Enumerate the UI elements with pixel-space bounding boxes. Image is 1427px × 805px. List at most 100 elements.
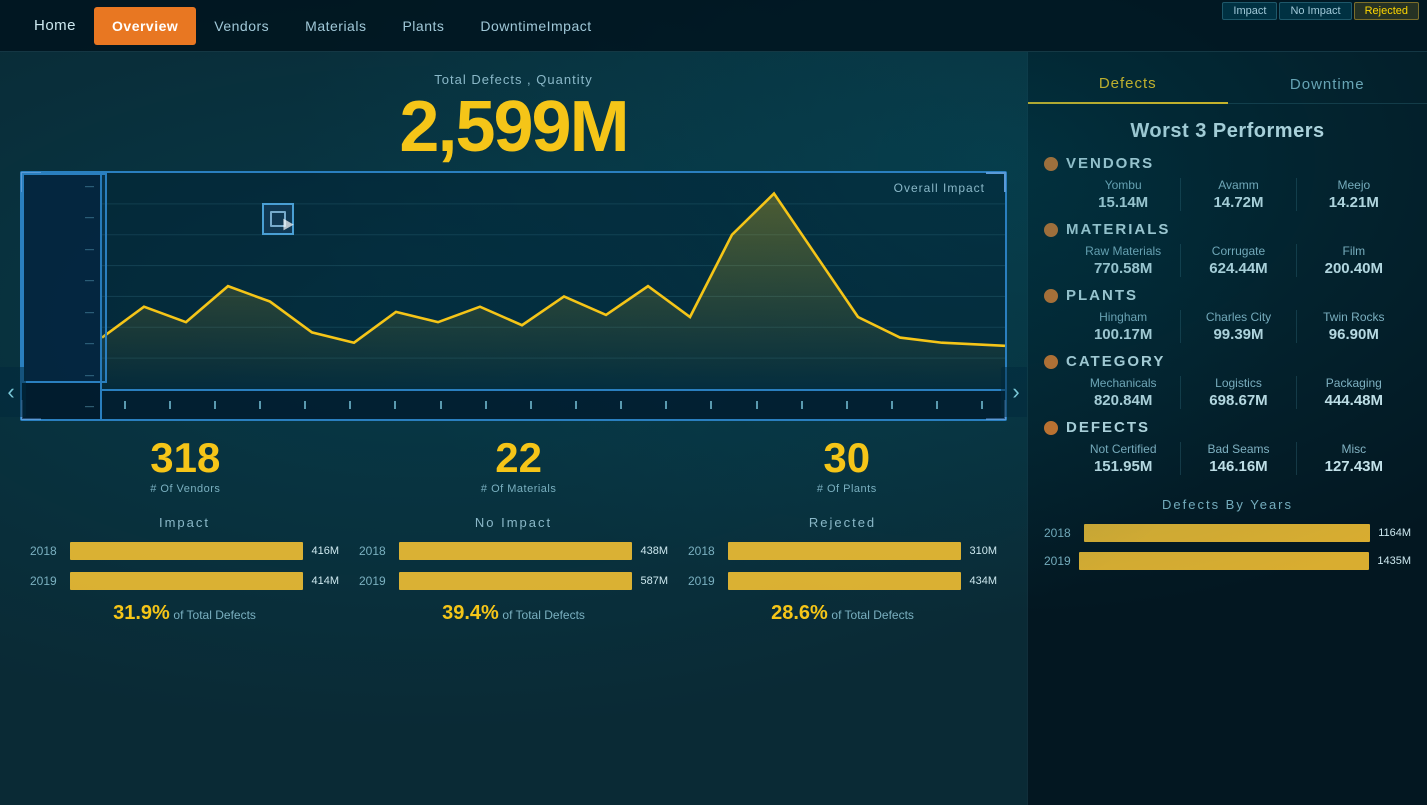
no-impact-bar-track-2019 bbox=[399, 572, 632, 590]
item-name-3-2: Packaging bbox=[1305, 376, 1403, 390]
category-item-2-2[interactable]: Twin Rocks96.90M bbox=[1296, 310, 1411, 343]
main-layout: ‹ › Total Defects , Quantity 2,599M — — … bbox=[0, 52, 1427, 805]
stats-row: 318 # Of Vendors 22 # Of Materials 30 # … bbox=[20, 437, 1007, 495]
dby-bar-2019 bbox=[1079, 552, 1370, 570]
no-impact-year-2019: 2019 bbox=[359, 574, 391, 588]
chart-container[interactable]: — — — — — — — — bbox=[20, 171, 1007, 421]
category-item-4-1[interactable]: Bad Seams 146.16M bbox=[1180, 442, 1295, 475]
right-tabs: Defects Downtime bbox=[1028, 52, 1427, 104]
nav-downtime-impact[interactable]: DowntimeImpact bbox=[462, 0, 609, 52]
stat-materials: 22 # Of Materials bbox=[481, 437, 556, 495]
dby-val-2018: 1164M bbox=[1378, 527, 1411, 539]
category-item-2-1[interactable]: Charles City99.39M bbox=[1180, 310, 1295, 343]
category-item-4-0[interactable]: Not Certified 151.95M bbox=[1066, 442, 1180, 475]
item-name-4-0: Not Certified bbox=[1074, 442, 1172, 456]
category-name-2: Plants bbox=[1066, 287, 1138, 304]
category-item-1-0[interactable]: Raw Materials770.58M bbox=[1066, 244, 1180, 277]
dby-val-2019: 1435M bbox=[1377, 555, 1411, 567]
no-impact-val-2018: 438M bbox=[640, 545, 668, 557]
chip-rejected[interactable]: Rejected bbox=[1354, 2, 1419, 20]
no-impact-pct: 39.4% bbox=[442, 602, 499, 624]
bar-section-no-impact: No Impact 2018 438M 2019 587M 39.4% of T… bbox=[349, 515, 678, 625]
selection-box[interactable] bbox=[22, 173, 107, 383]
item-value-0-1: 14.72M bbox=[1189, 194, 1287, 211]
stat-materials-number: 22 bbox=[481, 437, 556, 479]
item-name-2-2: Twin Rocks bbox=[1305, 310, 1403, 324]
nav-home[interactable]: Home bbox=[16, 17, 94, 34]
rejected-bar-track-2018 bbox=[728, 542, 961, 560]
line-chart bbox=[102, 173, 1005, 389]
category-item-1-2[interactable]: Film200.40M bbox=[1296, 244, 1411, 277]
no-impact-footer-text: of Total Defects bbox=[502, 608, 585, 622]
nav-vendors[interactable]: Vendors bbox=[196, 0, 287, 52]
item-value-3-1: 698.67M bbox=[1189, 392, 1287, 409]
filter-chips: Impact No Impact Rejected bbox=[1222, 0, 1427, 20]
impact-val-2018: 416M bbox=[311, 545, 339, 557]
impact-bar-2019: 2019 414M bbox=[30, 572, 339, 590]
left-panel: ‹ › Total Defects , Quantity 2,599M — — … bbox=[0, 52, 1027, 805]
dby-row-2018: 2018 1164M bbox=[1044, 524, 1411, 542]
category-item-3-0[interactable]: Mechanicals820.84M bbox=[1066, 376, 1180, 409]
no-impact-val-2019: 587M bbox=[640, 575, 668, 587]
y-tick-8: — bbox=[85, 401, 94, 411]
impact-bar-2018: 2018 416M bbox=[30, 542, 339, 560]
category-item-3-2[interactable]: Packaging 444.48M bbox=[1296, 376, 1411, 409]
item-name-3-1: Logistics bbox=[1189, 376, 1287, 390]
category-item-0-1[interactable]: Avamm 14.72M bbox=[1180, 178, 1295, 211]
stat-vendors-number: 318 bbox=[150, 437, 220, 479]
category-item-3-1[interactable]: Logistics 698.67M bbox=[1180, 376, 1295, 409]
category-item-0-0[interactable]: Yombu15.14M bbox=[1066, 178, 1180, 211]
dby-row-2019: 2019 1435M bbox=[1044, 552, 1411, 570]
impact-bar-track-2018 bbox=[70, 542, 303, 560]
dby-year-2019: 2019 bbox=[1044, 554, 1071, 568]
chip-impact[interactable]: Impact bbox=[1222, 2, 1277, 20]
item-name-2-1: Charles City bbox=[1189, 310, 1287, 324]
item-value-4-1: 146.16M bbox=[1189, 458, 1287, 475]
stat-plants-number: 30 bbox=[817, 437, 877, 479]
item-value-1-1: 624.44M bbox=[1189, 260, 1287, 277]
category-name-1: Materials bbox=[1066, 221, 1170, 238]
rejected-footer: 28.6% of Total Defects bbox=[688, 602, 997, 625]
item-value-4-0: 151.95M bbox=[1074, 458, 1172, 475]
item-name-0-1: Avamm bbox=[1189, 178, 1287, 192]
tab-defects[interactable]: Defects bbox=[1028, 75, 1228, 104]
dby-title: Defects By Years bbox=[1044, 497, 1411, 512]
top-nav: Home Overview Vendors Materials Plants D… bbox=[0, 0, 1427, 52]
nav-materials[interactable]: Materials bbox=[287, 0, 384, 52]
nav-prev-arrow[interactable]: ‹ bbox=[0, 367, 26, 417]
category-item-1-1[interactable]: Corrugate624.44M bbox=[1180, 244, 1295, 277]
tab-downtime[interactable]: Downtime bbox=[1228, 76, 1427, 103]
impact-footer-text: of Total Defects bbox=[173, 608, 256, 622]
nav-next-arrow[interactable]: › bbox=[1001, 367, 1027, 417]
category-dot-0 bbox=[1044, 157, 1058, 171]
chart-label: Total Defects , Quantity bbox=[20, 72, 1007, 87]
item-name-1-0: Raw Materials bbox=[1074, 244, 1172, 258]
rejected-title: Rejected bbox=[688, 515, 997, 530]
impact-val-2019: 414M bbox=[311, 575, 339, 587]
item-name-4-1: Bad Seams bbox=[1189, 442, 1287, 456]
category-item-2-0[interactable]: Hingham 100.17M bbox=[1066, 310, 1180, 343]
category-item-4-2[interactable]: Misc127.43M bbox=[1296, 442, 1411, 475]
category-name-3: Category bbox=[1066, 353, 1165, 370]
item-value-2-0: 100.17M bbox=[1074, 326, 1172, 343]
stat-vendors-label: # Of Vendors bbox=[150, 483, 220, 495]
impact-pct: 31.9% bbox=[113, 602, 170, 624]
chip-no-impact[interactable]: No Impact bbox=[1279, 2, 1351, 20]
no-impact-bar-2019: 2019 587M bbox=[359, 572, 668, 590]
dby-year-2018: 2018 bbox=[1044, 526, 1076, 540]
item-value-3-2: 444.48M bbox=[1305, 392, 1403, 409]
chart-x-axis bbox=[102, 389, 1005, 419]
right-panel: Defects Downtime Worst 3 Performers Vend… bbox=[1027, 52, 1427, 805]
category-item-0-2[interactable]: Meejo14.21M bbox=[1296, 178, 1411, 211]
category-dot-3 bbox=[1044, 355, 1058, 369]
item-name-1-2: Film bbox=[1305, 244, 1403, 258]
category-dot-1 bbox=[1044, 223, 1058, 237]
stat-plants-label: # Of Plants bbox=[817, 483, 877, 495]
nav-plants[interactable]: Plants bbox=[384, 0, 462, 52]
item-name-2-0: Hingham bbox=[1074, 310, 1172, 324]
category-materials: Materials Raw Materials770.58MCorrugate62… bbox=[1028, 221, 1427, 277]
categories-container: VendorsYombu15.14MAvamm14.72MMeejo14.21M… bbox=[1028, 155, 1427, 475]
category-dot-4 bbox=[1044, 421, 1058, 435]
dby-bar-2018 bbox=[1084, 524, 1370, 542]
nav-overview[interactable]: Overview bbox=[94, 7, 196, 45]
